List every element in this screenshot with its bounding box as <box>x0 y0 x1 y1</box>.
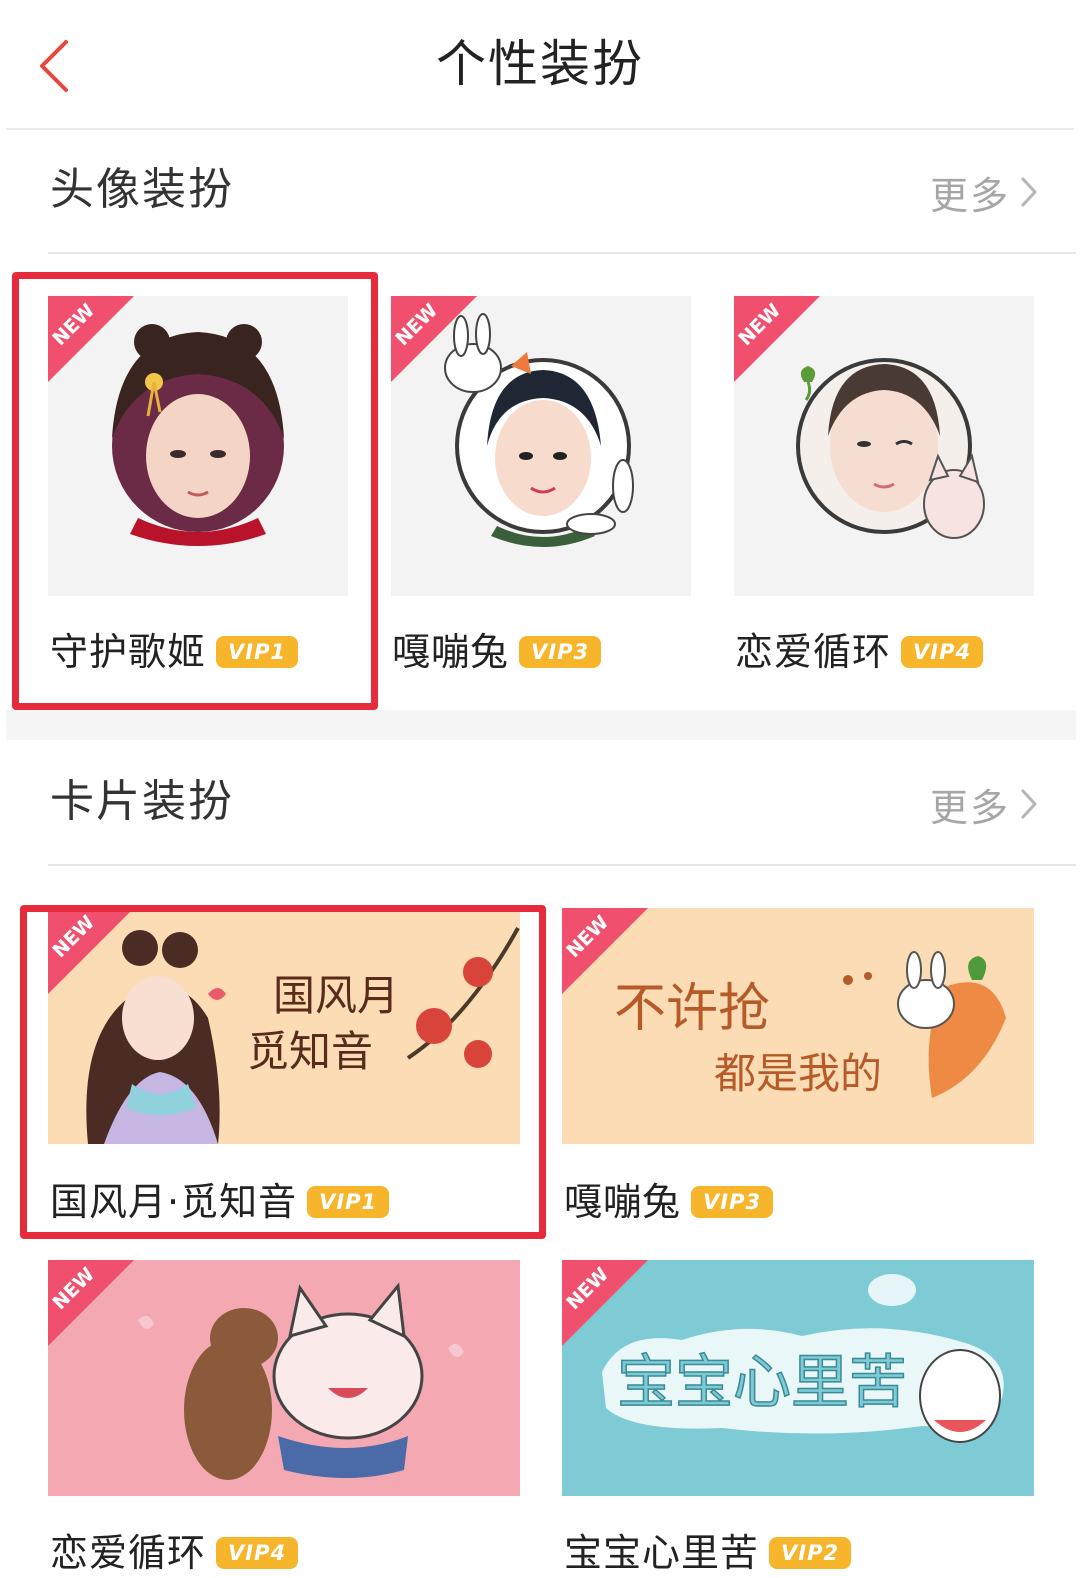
item-name: 恋爱循环 <box>50 1531 207 1575</box>
vip-badge: VIP4 <box>901 636 984 668</box>
vip-badge: VIP3 <box>691 1186 774 1218</box>
avatar-more-link[interactable]: 更多 <box>930 162 1038 222</box>
avatar-item-name-row: 恋爱循环 VIP4 <box>735 627 984 677</box>
item-name: 嘎嘣兔 <box>392 630 510 674</box>
card-art-preview <box>48 1260 520 1496</box>
card-item-name-row: 宝宝心里苦 VIP2 <box>564 1528 852 1578</box>
vip-badge: VIP1 <box>307 1186 390 1218</box>
avatar-tile-gabeng-tu[interactable]: NEW <box>391 296 691 596</box>
avatar-frame-preview <box>112 324 284 546</box>
card-tile-lianai-xunhuan[interactable]: NEW <box>48 1260 520 1496</box>
item-name: 宝宝心里苦 <box>564 1531 760 1575</box>
vip-badge: VIP1 <box>216 636 299 668</box>
header-divider <box>6 128 1074 130</box>
avatar-section-divider <box>48 252 1076 254</box>
item-name: 恋爱循环 <box>735 630 892 674</box>
svg-text:都是我的: 都是我的 <box>714 1049 882 1098</box>
item-name: 国风月·觅知音 <box>50 1180 298 1224</box>
avatar-frame-preview <box>796 358 985 539</box>
avatar-section-title: 头像装扮 <box>50 164 234 215</box>
card-tile-baobao-xinliku[interactable]: 宝宝心里苦 NEW <box>562 1260 1034 1496</box>
card-tile-gabeng-tu[interactable]: 不许抢 都是我的 NEW <box>562 908 1034 1144</box>
vip-badge: VIP3 <box>519 636 602 668</box>
card-item-name-row: 嘎嘣兔 VIP3 <box>564 1177 774 1227</box>
avatar-tile-shouhu-geji[interactable]: NEW <box>48 296 348 596</box>
card-item-name-row: 恋爱循环 VIP4 <box>50 1528 299 1578</box>
chevron-right-icon <box>1021 789 1037 819</box>
item-name: 嘎嘣兔 <box>564 1180 682 1224</box>
page-title: 个性装扮 <box>436 35 644 93</box>
card-art-preview: 宝宝心里苦 <box>562 1260 1034 1496</box>
card-section-title: 卡片装扮 <box>50 776 234 827</box>
vip-badge: VIP4 <box>216 1537 299 1569</box>
card-section-divider <box>48 864 1076 866</box>
card-art-preview: 国风月 觅知音 <box>48 908 520 1144</box>
card-art-preview: 不许抢 都是我的 <box>562 908 1034 1144</box>
svg-text:国风月: 国风月 <box>273 971 399 1020</box>
chevron-right-icon <box>1021 177 1037 207</box>
card-more-link[interactable]: 更多 <box>930 774 1038 834</box>
card-item-name-row: 国风月·觅知音 VIP1 <box>50 1177 390 1227</box>
vip-badge: VIP2 <box>769 1537 852 1569</box>
svg-text:不许抢: 不许抢 <box>614 979 770 1039</box>
avatar-item-name-row: 嘎嘣兔 VIP3 <box>392 627 602 677</box>
more-label: 更多 <box>929 785 1010 830</box>
avatar-frame-preview <box>444 313 634 547</box>
svg-text:觅知音: 觅知音 <box>247 1027 373 1076</box>
card-tile-guofeng[interactable]: 国风月 觅知音 NEW <box>48 908 520 1144</box>
more-label: 更多 <box>929 173 1010 218</box>
avatar-tile-lianai-xunhuan[interactable]: NEW <box>734 296 1034 596</box>
svg-text:宝宝心里苦: 宝宝心里苦 <box>617 1348 907 1416</box>
avatar-item-name-row: 守护歌姬 VIP1 <box>50 627 299 677</box>
item-name: 守护歌姬 <box>50 630 207 674</box>
section-gap <box>6 710 1076 740</box>
